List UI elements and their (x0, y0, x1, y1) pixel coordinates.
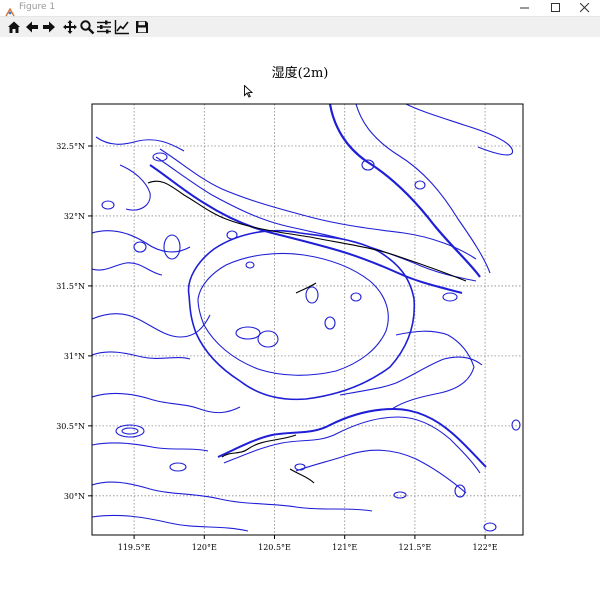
y-tick-label: 31.5°N (56, 282, 85, 291)
x-axis-ticks: 119.5°E 120°E 120.5°E 121°E 121.5°E 122°E (118, 535, 498, 552)
y-tick-label: 32.5°N (56, 142, 85, 151)
x-tick-label: 121°E (332, 543, 357, 552)
contour-line (95, 136, 185, 152)
contour-line (92, 442, 209, 452)
x-tick-label: 120°E (192, 543, 217, 552)
contour-line (217, 408, 487, 468)
contour-line (163, 234, 181, 260)
window-titlebar: Figure 1 (0, 0, 600, 17)
edit-axis-icon[interactable] (114, 19, 130, 35)
toolbar (0, 17, 600, 37)
y-tick-label: 32°N (64, 212, 85, 221)
figure-canvas: 湿度(2m) 119.5°E 120°E 120.5°E 121°E 121.5… (0, 37, 600, 597)
contour-line (442, 292, 458, 302)
save-icon[interactable] (134, 19, 150, 35)
contour-line (226, 230, 238, 240)
maximize-icon[interactable] (541, 0, 571, 16)
contour-line (328, 104, 481, 278)
contour-line (197, 252, 389, 376)
contour-line (405, 104, 514, 156)
contour-line (305, 286, 319, 304)
contour-line (391, 330, 475, 410)
contour-line (187, 229, 416, 401)
coastline-path (289, 468, 315, 484)
coastline-path (295, 282, 317, 294)
contour-line (119, 164, 151, 211)
contour-line (511, 419, 521, 431)
forward-arrow-icon[interactable] (41, 19, 57, 35)
contour-line (235, 326, 261, 340)
contour-line (339, 356, 483, 396)
x-tick-label: 120.5°E (258, 543, 291, 552)
contour-line (483, 522, 497, 532)
contour-line (101, 200, 115, 210)
contour-line (92, 230, 191, 253)
contour-line (92, 514, 249, 532)
subplots-icon[interactable] (96, 19, 112, 35)
app-icon (5, 3, 16, 17)
y-tick-label: 30°N (64, 492, 85, 501)
contour-lines (92, 104, 521, 532)
contour-line (169, 462, 187, 472)
contour-line (133, 241, 147, 253)
x-tick-label: 121.5°E (399, 543, 432, 552)
minimize-icon[interactable] (510, 0, 540, 16)
close-icon[interactable] (570, 0, 600, 16)
zoom-icon[interactable] (79, 19, 95, 35)
contour-line (115, 424, 145, 438)
contour-line (295, 449, 467, 494)
contour-line (393, 491, 407, 499)
contour-line (350, 292, 362, 302)
y-tick-label: 30.5°N (56, 422, 85, 431)
x-tick-label: 119.5°E (118, 543, 151, 552)
contour-line (92, 262, 163, 276)
contour-line (414, 180, 426, 190)
x-tick-label: 122°E (473, 543, 498, 552)
contour-line (92, 392, 241, 414)
pan-icon[interactable] (62, 19, 78, 35)
back-arrow-icon[interactable] (24, 19, 40, 35)
y-tick-label: 31°N (64, 352, 85, 361)
contour-line (92, 351, 191, 360)
home-icon[interactable] (6, 19, 22, 35)
window-title: Figure 1 (19, 2, 56, 12)
contour-map: 119.5°E 120°E 120.5°E 121°E 121.5°E 122°E 32.… (56, 103, 524, 552)
contour-line (121, 427, 139, 435)
y-axis-ticks: 32.5°N 32°N 31.5°N 31°N 30.5°N 30°N (56, 142, 92, 501)
contour-line (245, 261, 255, 269)
contour-line (324, 316, 336, 330)
contour-line (257, 330, 279, 348)
